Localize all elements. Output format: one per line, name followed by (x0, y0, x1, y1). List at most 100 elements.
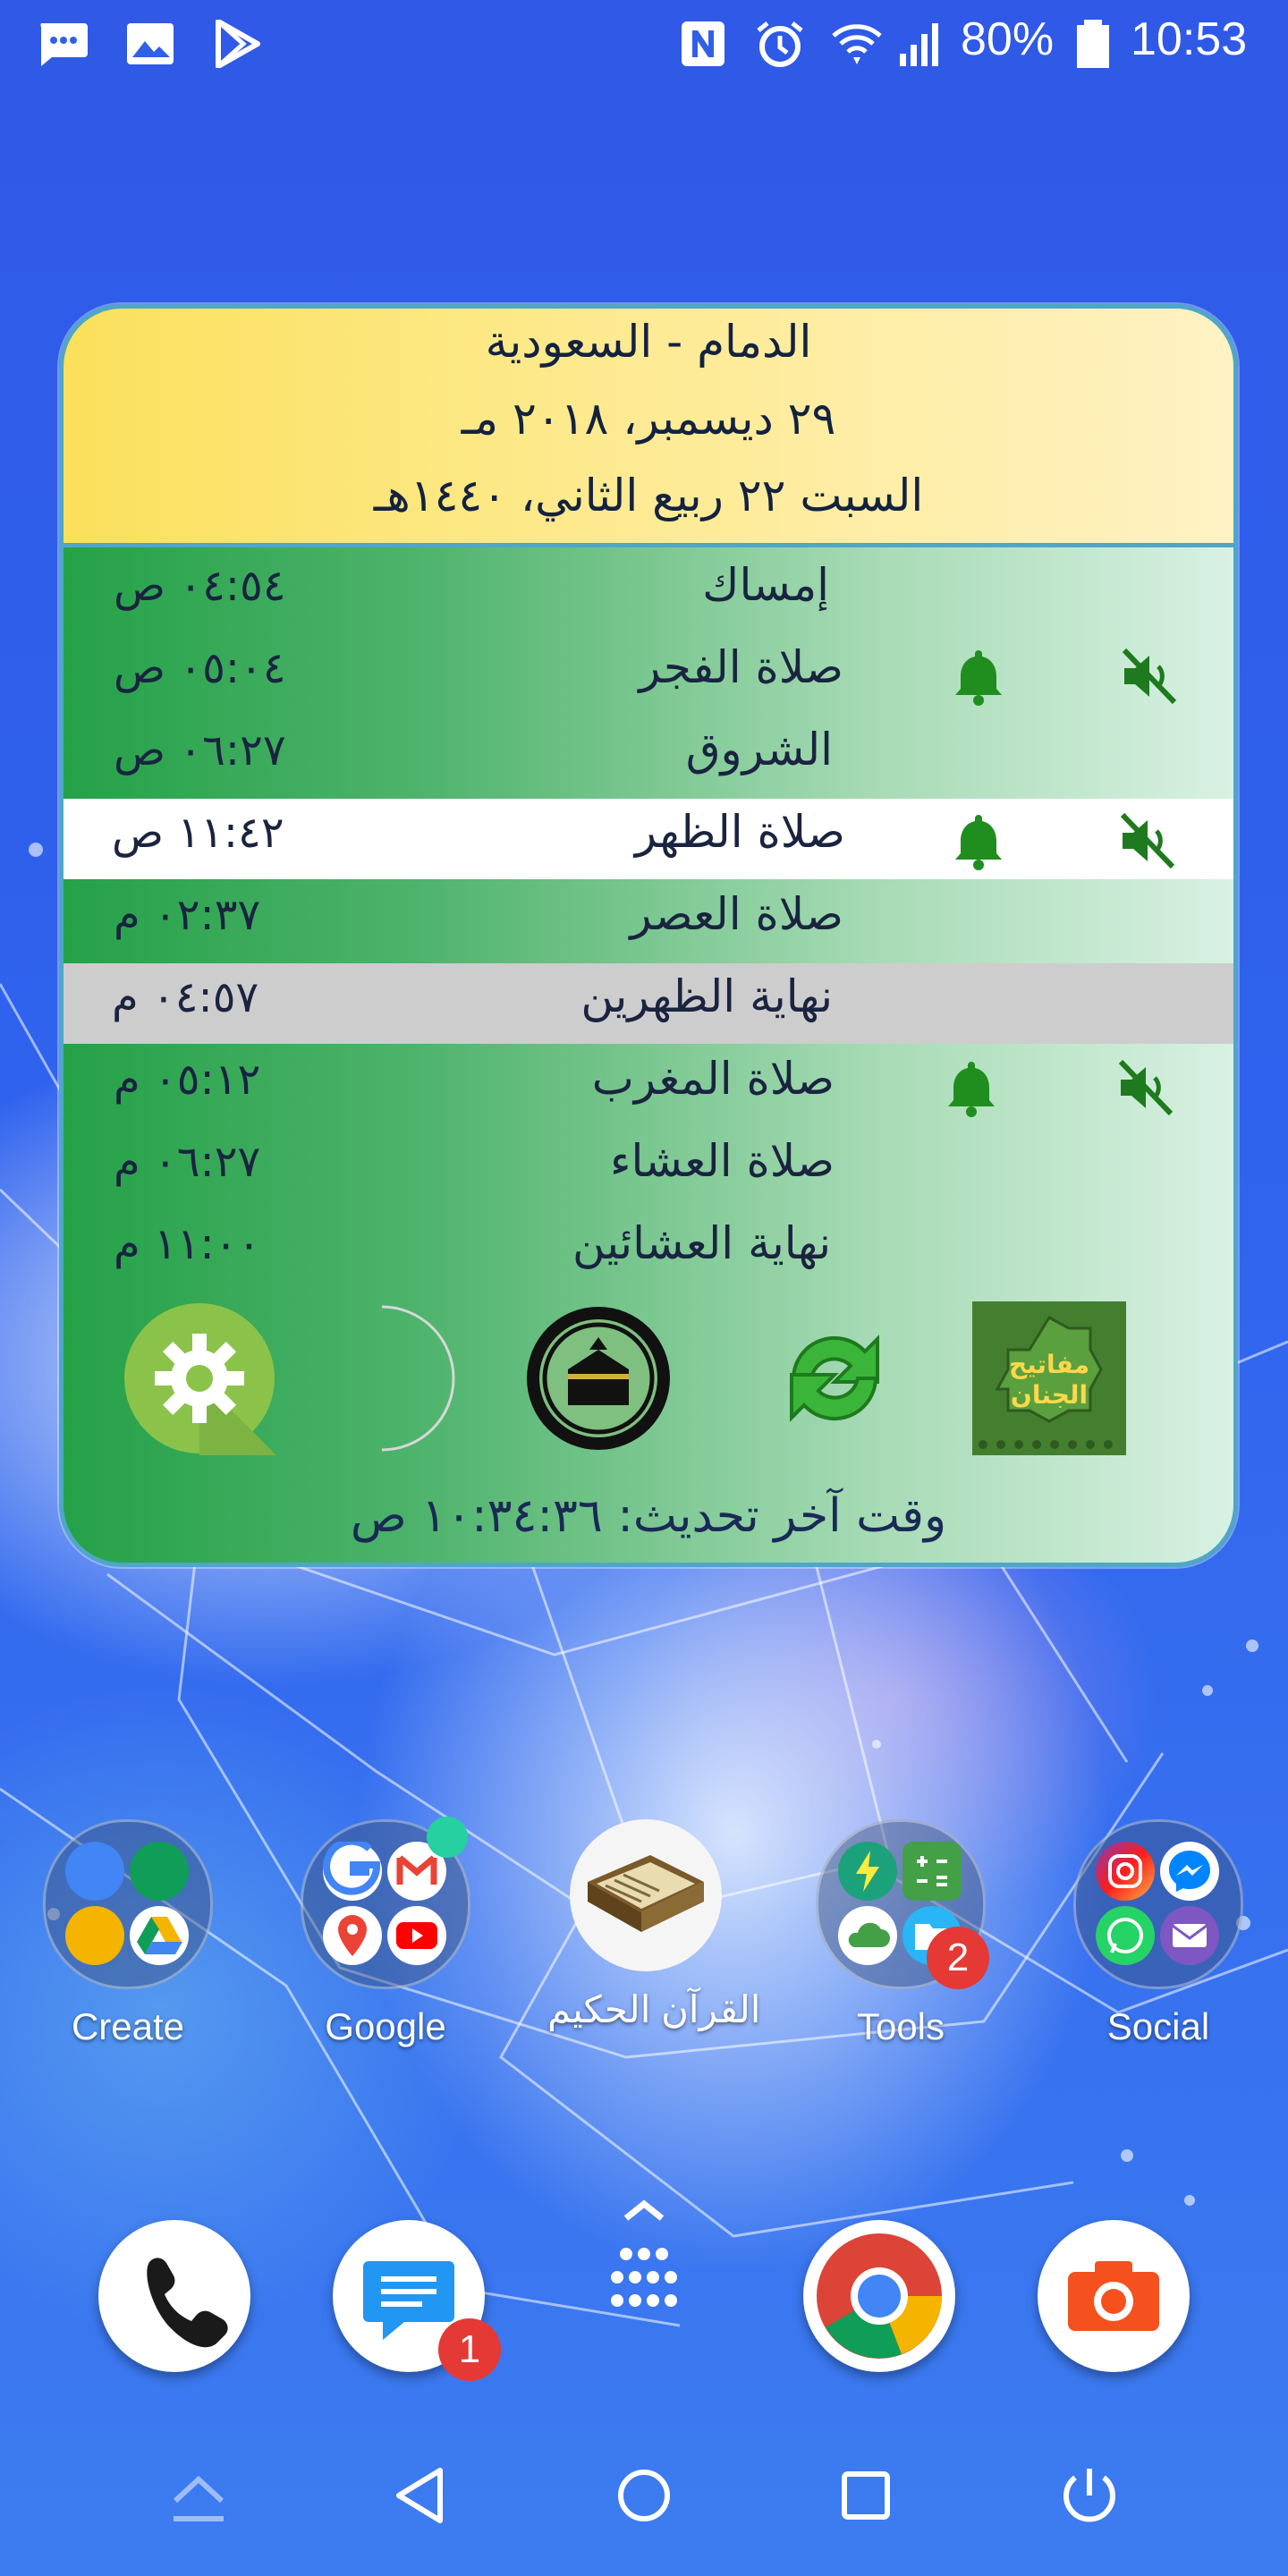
back-icon[interactable] (376, 2451, 465, 2540)
prayer-name: نهاية الظهرين (580, 970, 833, 1022)
battery-percent: 80% (961, 13, 1055, 65)
google-icon (323, 1837, 382, 1901)
prayer-time: ١١:٤٢ ص (112, 808, 284, 858)
prayer-name: صلاة الظهر (634, 806, 845, 858)
gallery-icon (127, 23, 174, 64)
app-label: القرآن الحكيم (547, 1988, 761, 2030)
battery-saver-icon (838, 1842, 897, 1901)
alarm-icon (757, 21, 803, 67)
folder-google-icon (301, 1817, 470, 1989)
play-store-icon (216, 20, 260, 68)
sheets-icon (130, 1842, 189, 1901)
battery-icon (1077, 20, 1109, 68)
instagram-icon (1096, 1842, 1155, 1901)
prayer-times-widget[interactable]: الدمام - السعودية ٢٩ ديسمبر، ٢٠١٨ مـ الس… (59, 304, 1238, 1567)
prayer-row-dhuhr: صلاة الظهر ١١:٤٢ ص (64, 799, 1233, 879)
phone-icon (147, 2258, 228, 2348)
app-drawer-icon[interactable] (599, 2191, 689, 2343)
prayer-time: ٠٤:٥٧ م (112, 972, 259, 1022)
mute-icon[interactable] (1115, 1058, 1174, 1117)
folder-tools[interactable]: 2 Tools (816, 1819, 989, 2048)
slides-icon (65, 1906, 124, 1965)
calculator-icon (902, 1842, 962, 1901)
prayer-name: إمساك (702, 559, 829, 611)
quran-book-icon (570, 1819, 722, 1971)
messenger-icon (1160, 1842, 1219, 1901)
prayer-row-maghrib: صلاة المغرب ٠٥:١٢ م (64, 1046, 1233, 1126)
navigation-bar (0, 2415, 1288, 2576)
widget-actions: مفاتيح الجنان (64, 1301, 1233, 1462)
maps-icon (323, 1906, 382, 1965)
mute-icon[interactable] (1119, 647, 1178, 706)
prayer-row-isha: صلاة العشاء ٠٦:٢٧ م (64, 1128, 1233, 1208)
widget-header: الدمام - السعودية ٢٩ ديسمبر، ٢٠١٨ مـ الس… (64, 309, 1233, 547)
youtube-icon (387, 1906, 446, 1965)
prayer-name: صلاة المغرب (591, 1053, 835, 1105)
weather-icon (838, 1906, 897, 1965)
prayer-row-imsak: إمساك ٠٤:٥٤ ص (64, 552, 1233, 632)
recents-icon[interactable] (821, 2451, 911, 2540)
notification-badge: 1 (438, 2318, 501, 2381)
app-quran[interactable]: القرآن الحكيم (547, 1819, 761, 2031)
prayer-name: صلاة العصر (630, 888, 843, 940)
prayer-time: ٠٦:٢٧ ص (114, 725, 286, 775)
chrome-icon (817, 2233, 942, 2359)
last-update-label: وقت آخر تحديث: ١٠:٣٤:٣٦ ص (350, 1489, 947, 1543)
docs-icon (65, 1842, 124, 1901)
prayer-name: الشروق (685, 724, 833, 775)
app-label: Tools (856, 2005, 945, 2047)
messages-icon (40, 23, 88, 66)
mail-icon (1160, 1906, 1219, 1965)
drive-icon (130, 1906, 189, 1965)
prayer-time: ٠٦:٢٧ م (114, 1137, 261, 1187)
messages-app-button[interactable]: 1 (333, 2220, 501, 2381)
clock: 10:53 (1131, 13, 1248, 65)
folder-google[interactable]: Google (301, 1817, 470, 2048)
settings-icon[interactable] (123, 1301, 276, 1455)
mafatih-al-jinan-icon[interactable]: مفاتيح الجنان (972, 1301, 1126, 1455)
folder-social-icon (1073, 1819, 1243, 1989)
prayer-time: ١١:٠٠ م (114, 1219, 261, 1269)
prayer-time: ٠٢:٣٧ م (114, 890, 261, 940)
notification-badge: 2 (927, 1927, 989, 1989)
status-bar: 80% 10:53 (0, 0, 1288, 86)
bell-icon[interactable] (951, 647, 1006, 706)
prayer-time: ٠٤:٥٤ ص (114, 561, 286, 611)
camera-app-button[interactable] (1038, 2220, 1190, 2372)
phone-app-button[interactable] (98, 2220, 250, 2372)
kaaba-icon[interactable] (521, 1301, 675, 1455)
bell-icon[interactable] (944, 1058, 999, 1117)
folder-create-icon (43, 1819, 213, 1989)
prayer-row-end-dhuhrain: نهاية الظهرين ٠٤:٥٧ م (64, 963, 1233, 1044)
folder-create[interactable]: Create (43, 1819, 213, 2048)
city-label: الدمام - السعودية (485, 316, 812, 368)
wifi-icon (832, 24, 882, 64)
signal-icon (900, 23, 938, 66)
app-label: Create (71, 2005, 185, 2047)
refresh-icon[interactable] (758, 1301, 911, 1455)
prayer-row-sunrise: الشروق ٠٦:٢٧ ص (64, 716, 1233, 797)
prayer-name: صلاة العشاء (610, 1135, 835, 1187)
home-icon[interactable] (599, 2451, 689, 2540)
prayer-time: ٠٥:١٢ م (114, 1055, 261, 1105)
power-icon[interactable] (1045, 2451, 1134, 2540)
gregorian-date: ٢٩ ديسمبر، ٢٠١٨ مـ (461, 393, 836, 445)
prayer-name: نهاية العشائين (572, 1217, 831, 1269)
app-label: Social (1106, 2005, 1210, 2047)
prayer-time: ٠٥:٠٤ ص (114, 643, 286, 693)
chrome-app-button[interactable] (803, 2220, 955, 2372)
mute-icon[interactable] (1117, 811, 1176, 870)
prayer-name: صلاة الفجر (639, 641, 843, 693)
folder-social[interactable]: Social (1073, 1819, 1243, 2048)
bell-icon[interactable] (951, 811, 1006, 870)
app-label: Google (325, 2005, 446, 2047)
prayer-row-asr: صلاة العصر ٠٢:٣٧ م (64, 881, 1233, 962)
notification-dot (427, 1817, 468, 1858)
mafatih-logo-text: مفاتيح الجنان (1008, 1350, 1090, 1410)
camera-icon (1068, 2261, 1159, 2331)
prayer-row-end-ishaain: نهاية العشائين ١١:٠٠ م (64, 1210, 1233, 1291)
moon-icon[interactable] (319, 1301, 473, 1455)
prayer-row-fajr: صلاة الفجر ٠٥:٠٤ ص (64, 634, 1233, 715)
whatsapp-icon (1096, 1906, 1155, 1965)
up-icon[interactable] (154, 2451, 243, 2540)
